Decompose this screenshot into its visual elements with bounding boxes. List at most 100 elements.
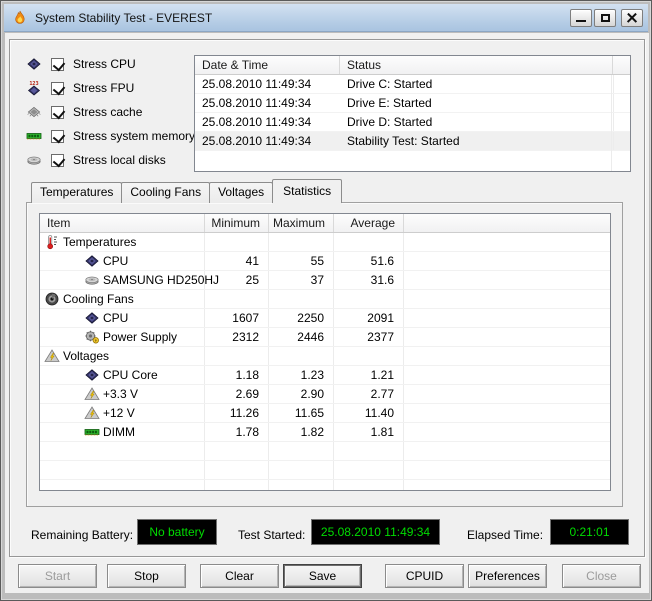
app-window: System Stability Test - EVEREST Stress C… <box>0 0 652 601</box>
stats-empty-row <box>40 480 610 490</box>
minimize-button[interactable] <box>570 9 592 27</box>
log-datetime: 25.08.2010 11:49:34 <box>202 96 312 110</box>
disk-icon <box>84 272 100 288</box>
stats-row[interactable]: CPU Core 1.18 1.23 1.21 <box>40 366 610 385</box>
start-button[interactable]: Start <box>18 564 97 588</box>
stress-disks-checkbox[interactable] <box>51 153 64 167</box>
log-datetime: 25.08.2010 11:49:34 <box>202 77 312 91</box>
stats-empty-row <box>40 461 610 480</box>
stress-fpu-label: Stress FPU <box>73 81 135 95</box>
cpu-icon <box>84 253 100 269</box>
remaining-battery-label: Remaining Battery: <box>31 528 134 542</box>
log-datetime: 25.08.2010 11:49:34 <box>202 134 312 148</box>
stats-item-label: CPU <box>103 254 129 268</box>
maximize-button[interactable] <box>594 9 616 27</box>
stress-fpu-checkbox[interactable] <box>51 81 64 95</box>
stats-row[interactable]: +3.3 V 2.69 2.90 2.77 <box>40 385 610 404</box>
stress-option-memory: Stress system memory <box>26 126 195 146</box>
log-filler-divider <box>611 75 612 171</box>
preferences-button[interactable]: Preferences <box>468 564 547 588</box>
stress-disks-label: Stress local disks <box>73 153 166 167</box>
cache-icon <box>26 104 42 120</box>
stress-option-cache: Stress cache <box>26 102 142 122</box>
stats-item-label: CPU Core <box>103 368 158 382</box>
log-status: Drive D: Started <box>347 115 433 129</box>
maximize-icon <box>601 14 610 22</box>
window-title: System Stability Test - EVEREST <box>35 10 213 25</box>
log-row[interactable]: 25.08.2010 11:49:34 Drive C: Started <box>195 75 630 94</box>
stress-option-fpu: 123 Stress FPU <box>26 78 134 98</box>
voltage-icon <box>44 348 60 364</box>
stress-option-cpu: Stress CPU <box>26 54 136 74</box>
statistics-table: Item Minimum Maximum Average Temperature… <box>39 213 611 491</box>
tab-voltages[interactable]: Voltages <box>209 182 274 203</box>
stats-item-label: +3.3 V <box>103 387 139 401</box>
disk-icon <box>26 152 42 168</box>
log-row[interactable]: 25.08.2010 11:49:34 Drive D: Started <box>195 113 630 132</box>
memory-icon <box>26 128 42 144</box>
log-row[interactable]: 25.08.2010 11:49:34 Stability Test: Star… <box>195 132 630 151</box>
stats-row[interactable]: +12 V 11.26 11.65 11.40 <box>40 404 610 423</box>
tab-strip: Temperatures Cooling Fans Voltages Stati… <box>31 179 343 203</box>
stats-item-label: +12 V <box>103 406 135 420</box>
stats-row[interactable]: CPU 1607 2250 2091 <box>40 309 610 328</box>
log-column-datetime[interactable]: Date & Time <box>195 56 340 74</box>
psu-icon <box>84 329 100 345</box>
stress-memory-checkbox[interactable] <box>51 129 64 143</box>
test-started-label: Test Started: <box>238 528 306 542</box>
stats-item-label: Voltages <box>63 349 110 363</box>
elapsed-time-label: Elapsed Time: <box>467 528 544 542</box>
stats-empty-row <box>40 442 610 461</box>
tab-temperatures[interactable]: Temperatures <box>31 182 123 203</box>
tab-statistics[interactable]: Statistics <box>272 179 343 203</box>
stress-cpu-checkbox[interactable] <box>51 57 64 71</box>
stats-row[interactable]: SAMSUNG HD250HJ 25 37 31.6 <box>40 271 610 290</box>
everest-flame-icon <box>12 10 28 26</box>
close-button[interactable] <box>621 9 643 27</box>
save-button[interactable]: Save <box>283 564 362 588</box>
stats-group-row[interactable]: Temperatures <box>40 233 610 252</box>
cpu-icon <box>84 310 100 326</box>
close-dialog-button[interactable]: Close <box>562 564 641 588</box>
log-datetime: 25.08.2010 11:49:34 <box>202 115 312 129</box>
event-log-header: Date & Time Status <box>195 56 630 75</box>
stats-group-row[interactable]: Cooling Fans <box>40 290 610 309</box>
stress-memory-label: Stress system memory <box>73 129 196 143</box>
stats-item-label: Temperatures <box>63 235 137 249</box>
log-row[interactable]: 25.08.2010 11:49:34 Drive E: Started <box>195 94 630 113</box>
log-status: Drive C: Started <box>347 77 433 91</box>
tab-cooling-fans[interactable]: Cooling Fans <box>121 182 211 203</box>
cpuid-button[interactable]: CPUID <box>385 564 464 588</box>
remaining-battery-display: No battery <box>137 519 217 545</box>
stress-cpu-label: Stress CPU <box>73 57 136 71</box>
cpu-icon <box>26 56 42 72</box>
stats-row[interactable]: DIMM 1.78 1.82 1.81 <box>40 423 610 442</box>
stats-column-minimum[interactable]: Minimum <box>205 214 269 232</box>
log-column-filler <box>613 56 630 74</box>
test-started-display: 25.08.2010 11:49:34 <box>311 519 440 545</box>
log-status: Drive E: Started <box>347 96 432 110</box>
elapsed-time-display: 0:21:01 <box>550 519 629 545</box>
thermometer-icon <box>44 234 60 250</box>
stats-column-filler <box>404 214 610 232</box>
minimize-icon <box>576 20 586 22</box>
title-bar[interactable]: System Stability Test - EVEREST <box>4 4 648 32</box>
stats-column-item[interactable]: Item <box>40 214 205 232</box>
stop-button[interactable]: Stop <box>107 564 186 588</box>
stats-column-maximum[interactable]: Maximum <box>269 214 334 232</box>
stats-column-average[interactable]: Average <box>334 214 404 232</box>
log-column-status[interactable]: Status <box>340 56 613 74</box>
cpu-icon <box>84 367 100 383</box>
clear-button[interactable]: Clear <box>200 564 279 588</box>
stress-option-disks: Stress local disks <box>26 150 166 170</box>
stress-cache-checkbox[interactable] <box>51 105 64 119</box>
client-area: Stress CPU 123 Stress FPU Stress cache S… <box>5 33 649 593</box>
stats-row[interactable]: Power Supply 2312 2446 2377 <box>40 328 610 347</box>
stats-item-label: CPU <box>103 311 129 325</box>
stats-item-label: SAMSUNG HD250HJ <box>103 273 220 287</box>
stats-group-row[interactable]: Voltages <box>40 347 610 366</box>
event-log-table: Date & Time Status 25.08.2010 11:49:34 D… <box>194 55 631 172</box>
voltage-icon <box>84 405 100 421</box>
stats-row[interactable]: CPU 41 55 51.6 <box>40 252 610 271</box>
stats-item-label: Cooling Fans <box>63 292 134 306</box>
